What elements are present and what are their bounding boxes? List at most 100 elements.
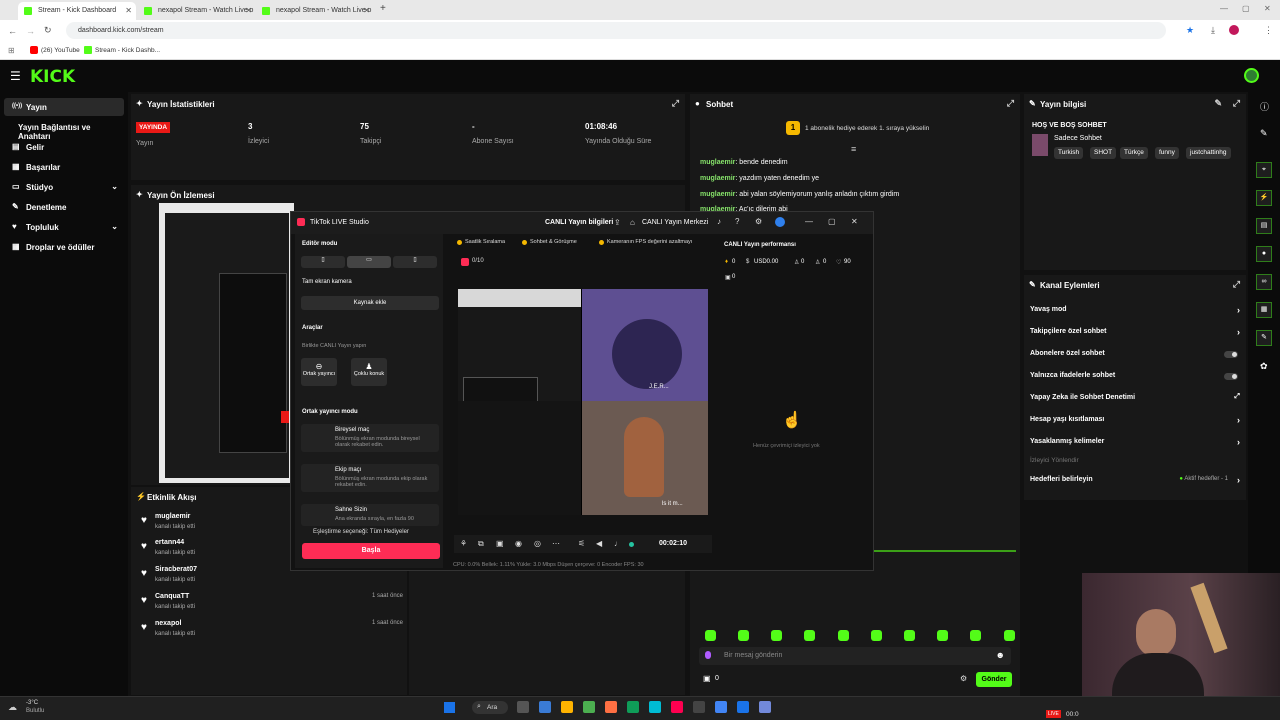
- minimize-button[interactable]: —: [805, 217, 813, 226]
- gift-icon[interactable]: ▣: [703, 674, 711, 683]
- sidebar-item-achievements[interactable]: ▦ Başarılar: [4, 158, 124, 176]
- profile-avatar[interactable]: [775, 217, 785, 227]
- landscape-mode-button[interactable]: ▭: [347, 256, 391, 268]
- record-icon[interactable]: ◉: [515, 539, 522, 548]
- emote-icon[interactable]: [838, 630, 849, 641]
- chip-chat-call[interactable]: Sohbet & Görüşme: [520, 237, 580, 247]
- magic-icon[interactable]: ⚘: [460, 539, 467, 548]
- multi-guest-button[interactable]: ♟ Çoklu konuk: [351, 358, 387, 386]
- taskbar-app-icon[interactable]: [539, 701, 551, 713]
- layout-icon[interactable]: ⧉: [478, 539, 484, 549]
- action-account-age[interactable]: Hesap yaşı kısıtlaması ›: [1030, 415, 1242, 432]
- rail-clipboard-icon[interactable]: ▤: [1256, 218, 1272, 234]
- team-match-card[interactable]: Ekip maçı Bölünmüş ekran modunda ekip ol…: [301, 464, 439, 492]
- close-icon[interactable]: ✕: [125, 6, 132, 15]
- emote-icon[interactable]: [705, 630, 716, 641]
- taskbar-app-icon[interactable]: [583, 701, 595, 713]
- pin-icon[interactable]: ≡: [851, 144, 856, 154]
- emote-icon[interactable]: [1004, 630, 1015, 641]
- emote-icon[interactable]: [871, 630, 882, 641]
- sidebar-item-stream[interactable]: ((•)) Yayın: [4, 98, 124, 116]
- chat-input[interactable]: Bir mesaj gönderin ☻: [699, 647, 1011, 665]
- emote-icon[interactable]: [804, 630, 815, 641]
- rail-target-icon[interactable]: ⌖: [1256, 162, 1272, 178]
- co-host-button[interactable]: ⊖ Ortak yayıncı: [301, 358, 337, 386]
- microphone-icon[interactable]: ♩: [614, 539, 622, 548]
- back-icon[interactable]: ←: [8, 26, 17, 36]
- action-slow-mode[interactable]: Yavaş mod ›: [1030, 305, 1242, 322]
- taskbar-app-icon[interactable]: [737, 701, 749, 713]
- url-field[interactable]: dashboard.kick.com/stream: [66, 22, 1166, 39]
- more-icon[interactable]: ⋯: [552, 539, 560, 548]
- edit-icon[interactable]: ✎: [1260, 128, 1268, 139]
- scene-name[interactable]: Tam ekran kamera: [302, 279, 352, 285]
- emote-icon[interactable]: [771, 630, 782, 641]
- add-source-button[interactable]: Kaynak ekle: [301, 296, 439, 310]
- edit-icon[interactable]: ✎: [1214, 98, 1222, 109]
- stage-card[interactable]: Sahne Sizin Ana ekranda sırayla, en fazl…: [301, 504, 439, 526]
- taskbar-app-icon[interactable]: [759, 701, 771, 713]
- rail-layout-icon[interactable]: ▦: [1256, 302, 1272, 318]
- bookmark-star-icon[interactable]: ★: [1186, 25, 1194, 36]
- new-tab-button[interactable]: +: [380, 3, 386, 14]
- live-center-link[interactable]: CANLI Yayın Merkezi: [642, 219, 708, 226]
- share-icon[interactable]: ⇪: [614, 218, 621, 227]
- category-name[interactable]: Sadece Sohbet: [1054, 135, 1102, 142]
- minimize-button[interactable]: —: [1220, 4, 1228, 13]
- bookmark-youtube[interactable]: (26) YouTube: [41, 47, 80, 54]
- subscribers-only-toggle[interactable]: [1224, 351, 1238, 358]
- apps-icon[interactable]: ⊞: [8, 46, 15, 55]
- menu-icon[interactable]: ⋮: [1264, 25, 1273, 36]
- user-avatar[interactable]: [1244, 68, 1259, 83]
- settings-icon[interactable]: ⚙: [755, 217, 762, 226]
- taskbar-app-icon[interactable]: [605, 701, 617, 713]
- popout-icon[interactable]: ⤢: [1233, 279, 1240, 290]
- live-canvas[interactable]: J.E.R... ls it m...: [458, 289, 708, 515]
- volume-icon[interactable]: ◀: [596, 539, 602, 548]
- match-option-dropdown[interactable]: Eşleştirme seçeneği: Tüm Hediyeler: [313, 529, 409, 535]
- taskbar-app-icon[interactable]: [671, 701, 683, 713]
- chip-camera-fps[interactable]: Kameranın FPS değerini azaltmayı: [597, 237, 709, 247]
- taskbar-app-icon[interactable]: [517, 701, 529, 713]
- popout-icon[interactable]: ⤢: [1233, 98, 1240, 109]
- settings-icon[interactable]: ⚙: [960, 674, 967, 683]
- taskbar-app-icon[interactable]: [627, 701, 639, 713]
- sidebar-item-revenue[interactable]: ▤ Gelir: [4, 138, 124, 156]
- taskbar-app-icon[interactable]: [649, 701, 661, 713]
- close-window-button[interactable]: ✕: [851, 217, 858, 226]
- sidebar-item-studio[interactable]: ▭ Stüdyo ⌄: [4, 178, 124, 196]
- close-icon[interactable]: ✕: [363, 6, 370, 15]
- emote-icon[interactable]: [705, 651, 711, 659]
- emote-icon[interactable]: [970, 630, 981, 641]
- rail-bolt-icon[interactable]: ⚡: [1256, 190, 1272, 206]
- taskbar-app-icon[interactable]: [693, 701, 705, 713]
- emoji-icon[interactable]: ☻: [996, 650, 1005, 660]
- rail-chat-icon[interactable]: ●: [1256, 246, 1272, 262]
- rail-link-icon[interactable]: ∞: [1256, 274, 1272, 290]
- download-icon[interactable]: ⤓: [1211, 25, 1215, 36]
- profile-avatar[interactable]: [1229, 25, 1239, 35]
- start-button[interactable]: Başla: [302, 543, 440, 559]
- reload-icon[interactable]: ↻: [44, 25, 52, 36]
- chip-hourly-ranking[interactable]: Saatlik Sıralama: [455, 237, 508, 247]
- sidebar-item-drops[interactable]: ▦ Droplar ve ödüller: [4, 238, 124, 256]
- live-info-link[interactable]: CANLI Yayın bilgileri: [545, 219, 613, 226]
- split-mode-button[interactable]: ▯: [393, 256, 437, 268]
- emote-icon[interactable]: [904, 630, 915, 641]
- puzzle-icon[interactable]: ✿: [1260, 361, 1268, 372]
- action-set-goals[interactable]: Hedefleri belirleyin ● Aktif hedefler - …: [1030, 475, 1242, 492]
- emotes-only-toggle[interactable]: [1224, 373, 1238, 380]
- help-icon[interactable]: ?: [735, 217, 739, 226]
- sidebar-item-stream-key[interactable]: Yayın Bağlantısı ve Anahtarı: [4, 118, 124, 141]
- send-button[interactable]: Gönder: [976, 672, 1012, 687]
- solo-match-card[interactable]: Bireysel maç Bölünmüş ekran modunda bire…: [301, 424, 439, 452]
- action-banned-words[interactable]: Yasaklanmış kelimeler ›: [1030, 437, 1242, 454]
- effects-icon[interactable]: ◎: [534, 539, 541, 548]
- notification-icon[interactable]: ♪: [717, 217, 721, 226]
- maximize-button[interactable]: ▢: [1242, 4, 1250, 13]
- weather-icon[interactable]: ☁: [8, 702, 17, 713]
- action-subscribers-only[interactable]: Abonelere özel sohbet: [1030, 350, 1242, 366]
- forward-icon[interactable]: →: [26, 26, 35, 36]
- action-emotes-only[interactable]: Yalnızca ifadelerle sohbet: [1030, 372, 1242, 388]
- popout-icon[interactable]: ⤢: [1007, 98, 1014, 109]
